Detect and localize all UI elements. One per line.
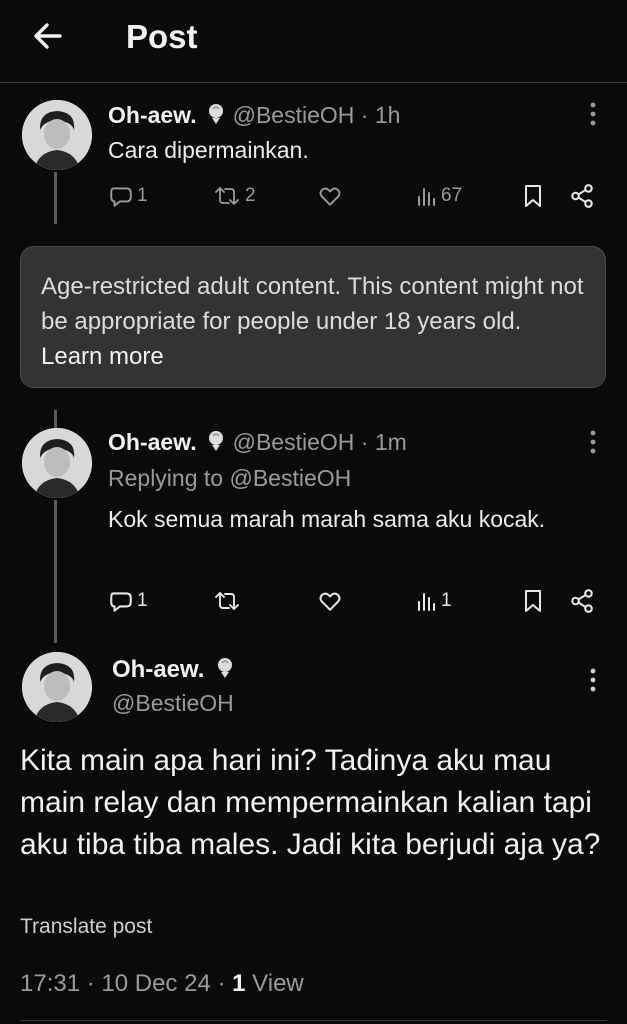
heart-icon bbox=[319, 592, 341, 611]
post-date: 10 Dec 24 bbox=[101, 970, 211, 997]
profile-photo-icon bbox=[22, 100, 92, 170]
avatar[interactable] bbox=[22, 100, 92, 170]
main-handle[interactable]: @BestieOH bbox=[112, 690, 234, 717]
like-button[interactable] bbox=[317, 586, 346, 616]
share-button[interactable] bbox=[569, 181, 595, 211]
reply-icon bbox=[110, 592, 132, 612]
warning-text: Age-restricted adult content. This conte… bbox=[41, 273, 584, 335]
tweet-text: Kok semua marah marah sama aku kocak. bbox=[108, 506, 546, 532]
replying-to-handle[interactable]: @BestieOH bbox=[229, 465, 351, 491]
share-icon bbox=[571, 589, 593, 613]
reply-count: 1 bbox=[137, 185, 148, 206]
repost-icon bbox=[215, 187, 239, 205]
repost-count: 2 bbox=[245, 185, 256, 206]
views-icon bbox=[418, 593, 435, 611]
repost-icon bbox=[215, 592, 239, 610]
share-button[interactable] bbox=[569, 586, 595, 616]
microphone-badge-icon bbox=[205, 429, 227, 459]
thread-line bbox=[54, 500, 57, 643]
more-vertical-icon bbox=[590, 668, 596, 692]
views-count: 1 bbox=[441, 590, 452, 611]
display-name[interactable]: Oh-aew. bbox=[108, 429, 197, 455]
more-vertical-icon bbox=[590, 430, 596, 454]
reply-button[interactable]: 1 bbox=[108, 181, 148, 211]
arrow-left-icon bbox=[34, 23, 62, 49]
handle[interactable]: @BestieOH bbox=[233, 102, 355, 128]
divider bbox=[20, 1020, 607, 1021]
more-options-button[interactable] bbox=[583, 666, 603, 694]
reply-count: 1 bbox=[137, 590, 148, 611]
main-post-text: Kita main apa hari ini? Tadinya aku mau … bbox=[20, 744, 601, 861]
bookmark-button[interactable] bbox=[522, 586, 544, 616]
avatar[interactable] bbox=[22, 428, 92, 498]
post-time: 1h bbox=[374, 102, 401, 128]
views-count: 67 bbox=[441, 185, 463, 206]
display-name[interactable]: Oh-aew. bbox=[108, 102, 197, 128]
repost-button[interactable]: 2 bbox=[212, 181, 256, 211]
tweet-text: Cara dipermainkan. bbox=[108, 137, 309, 163]
tweet-meta: Oh-aew. @BestieOH · 1h bbox=[108, 102, 400, 132]
avatar[interactable] bbox=[22, 652, 92, 722]
main-display-name: Oh-aew. bbox=[112, 656, 236, 687]
like-button[interactable] bbox=[317, 181, 346, 211]
view-count: 1 bbox=[232, 970, 246, 997]
share-icon bbox=[571, 184, 593, 208]
more-options-button[interactable] bbox=[583, 100, 603, 128]
thread-line bbox=[54, 172, 57, 224]
tweet-actions: 1 2 67 bbox=[108, 181, 604, 211]
more-options-button[interactable] bbox=[583, 428, 603, 456]
more-vertical-icon bbox=[590, 102, 596, 126]
views-button[interactable]: 1 bbox=[416, 586, 452, 616]
profile-photo-icon bbox=[22, 428, 92, 498]
page-title: Post bbox=[126, 18, 198, 55]
handle[interactable]: @BestieOH bbox=[233, 429, 355, 455]
bookmark-icon bbox=[525, 185, 541, 207]
tweet-actions: 1 1 bbox=[108, 586, 604, 616]
views-button[interactable]: 67 bbox=[416, 181, 462, 211]
post-time: 1m bbox=[374, 429, 407, 455]
views-icon bbox=[418, 188, 435, 206]
microphone-badge-icon bbox=[214, 656, 236, 687]
tweet-meta: Oh-aew. @BestieOH · 1m bbox=[108, 429, 407, 459]
top-bar: Post bbox=[0, 0, 627, 83]
learn-more-link[interactable]: Learn more bbox=[41, 343, 164, 370]
post-time: 17:31 bbox=[20, 970, 81, 997]
repost-button[interactable] bbox=[212, 586, 245, 616]
bookmark-button[interactable] bbox=[522, 181, 544, 211]
microphone-badge-icon bbox=[205, 102, 227, 132]
reply-button[interactable]: 1 bbox=[108, 586, 148, 616]
replying-to: Replying to @BestieOH bbox=[108, 465, 352, 491]
heart-icon bbox=[319, 187, 341, 206]
age-restriction-notice: Age-restricted adult content. This conte… bbox=[20, 246, 606, 388]
bookmark-icon bbox=[525, 590, 541, 612]
thread-line bbox=[54, 410, 57, 428]
profile-photo-icon bbox=[22, 652, 92, 722]
translate-post-link[interactable]: Translate post bbox=[20, 915, 152, 939]
reply-icon bbox=[110, 187, 132, 207]
post-timestamp: 17:31 · 10 Dec 24 · 1 View bbox=[20, 970, 304, 997]
view-label: View bbox=[252, 970, 304, 997]
back-button[interactable] bbox=[30, 18, 66, 54]
